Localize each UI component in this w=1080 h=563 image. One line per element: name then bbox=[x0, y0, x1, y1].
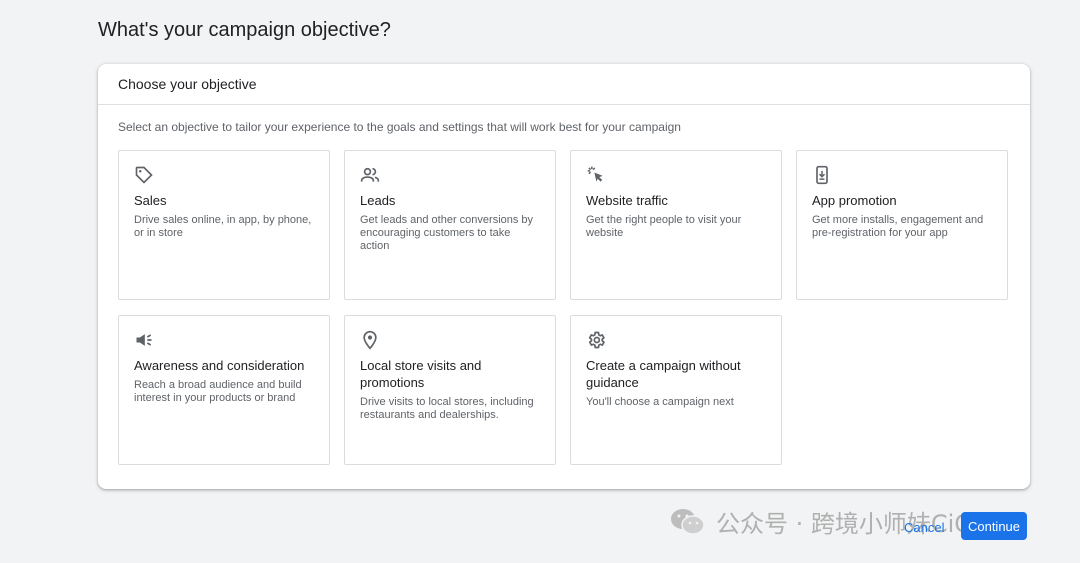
panel-header: Choose your objective bbox=[98, 64, 1030, 105]
objective-title: Sales bbox=[134, 193, 167, 208]
objective-card-leads[interactable]: Leads Get leads and other conversions by… bbox=[344, 150, 556, 300]
phone-download-icon bbox=[812, 165, 832, 185]
objective-card-sales[interactable]: Sales Drive sales online, in app, by pho… bbox=[118, 150, 330, 300]
objective-card-app-promotion[interactable]: App promotion Get more installs, engagem… bbox=[796, 150, 1008, 300]
objective-title: Leads bbox=[360, 193, 396, 208]
objective-description: Drive sales online, in app, by phone, or… bbox=[134, 214, 312, 239]
objective-description: Get leads and other conversions by encou… bbox=[360, 214, 534, 252]
wechat-logo-icon bbox=[668, 506, 708, 536]
tag-icon bbox=[134, 165, 154, 185]
objective-card-no-guidance[interactable]: Create a campaign without guidance You'l… bbox=[570, 315, 782, 465]
objective-title: Create a campaign without guidance bbox=[586, 358, 741, 390]
objective-description: Get the right people to visit your websi… bbox=[586, 214, 742, 239]
objective-title: Website traffic bbox=[586, 193, 668, 208]
continue-button[interactable]: Continue bbox=[961, 512, 1027, 540]
objective-description: Get more installs, engagement and pre-re… bbox=[812, 214, 984, 239]
gear-icon bbox=[586, 330, 606, 350]
cancel-button[interactable]: Cancel bbox=[904, 516, 944, 538]
megaphone-icon bbox=[134, 330, 154, 350]
objective-card-website-traffic[interactable]: Website traffic Get the right people to … bbox=[570, 150, 782, 300]
panel-description: Select an objective to tailor your exper… bbox=[118, 120, 681, 134]
objective-title: App promotion bbox=[812, 193, 897, 208]
objective-card-awareness[interactable]: Awareness and consideration Reach a broa… bbox=[118, 315, 330, 465]
people-icon bbox=[360, 165, 380, 185]
page-title: What's your campaign objective? bbox=[98, 19, 391, 41]
objective-panel: Choose your objective Select an objectiv… bbox=[98, 64, 1030, 489]
objective-title: Local store visits and promotions bbox=[360, 358, 482, 390]
cursor-click-icon bbox=[586, 165, 606, 185]
location-pin-icon bbox=[360, 330, 380, 350]
objective-description: You'll choose a campaign next bbox=[586, 396, 734, 408]
objective-description: Reach a broad audience and build interes… bbox=[134, 379, 302, 404]
objective-card-local-store[interactable]: Local store visits and promotions Drive … bbox=[344, 315, 556, 465]
objective-title: Awareness and consideration bbox=[134, 358, 305, 373]
objective-description: Drive visits to local stores, including … bbox=[360, 396, 534, 421]
